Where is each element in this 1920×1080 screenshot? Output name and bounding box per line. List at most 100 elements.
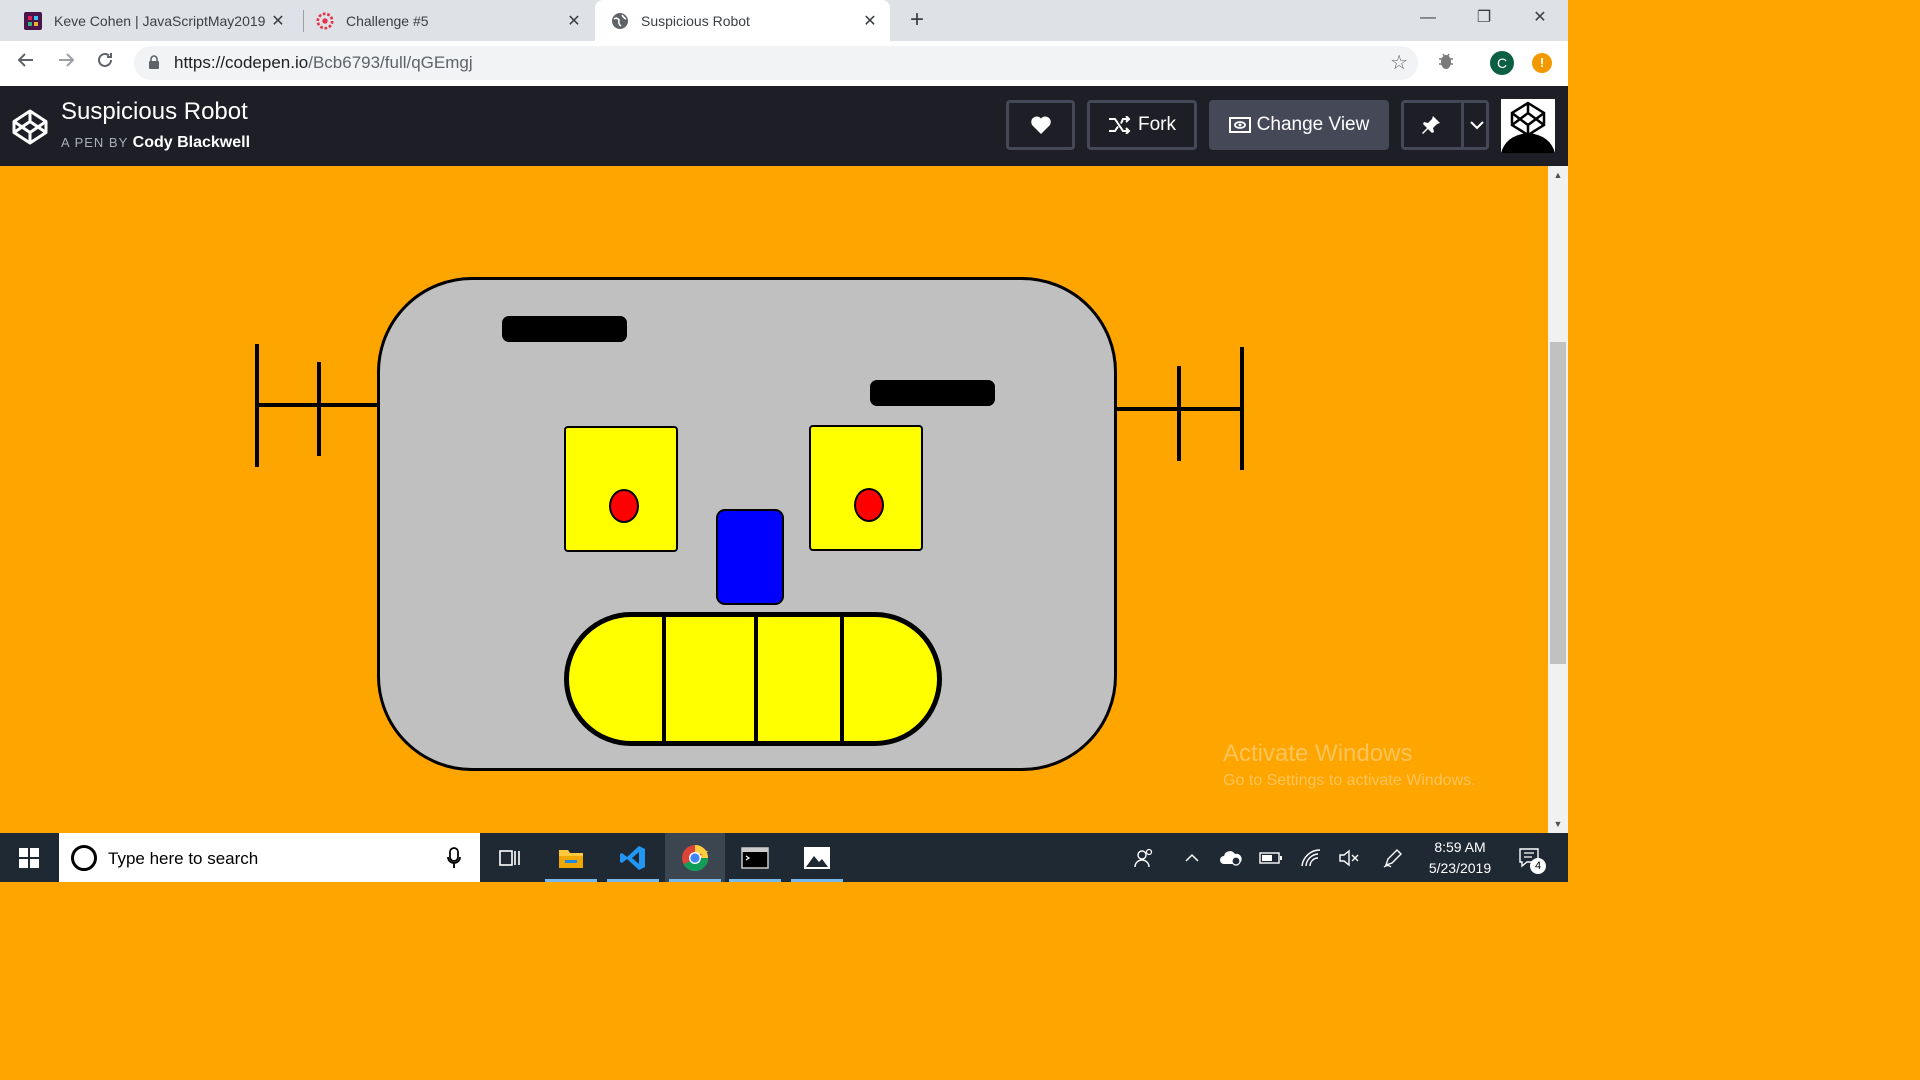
taskbar-clock[interactable]: 8:59 AM 5/23/2019 [1420, 837, 1500, 879]
change-view-button[interactable]: Change View [1209, 100, 1389, 150]
microphone-icon[interactable] [447, 847, 461, 869]
tab-suspicious-robot[interactable]: Suspicious Robot ✕ [595, 0, 890, 41]
tab-title: Challenge #5 [346, 12, 429, 29]
running-indicator [607, 879, 659, 882]
notification-count-badge: 4 [1530, 858, 1546, 874]
clock-date: 5/23/2019 [1428, 860, 1492, 876]
url-text: https://codepen.io/Bcb6793/full/qGEmgj [174, 53, 473, 73]
url-host: https://codepen.io [174, 53, 309, 72]
restore-button[interactable]: ❐ [1456, 0, 1512, 36]
pen-ink-icon[interactable] [1378, 833, 1408, 882]
left-antenna-outer [255, 344, 259, 467]
battery-icon[interactable] [1256, 833, 1286, 882]
chevron-down-icon[interactable] [1470, 120, 1484, 130]
robot-mouth [564, 612, 942, 746]
activate-windows-subtitle: Go to Settings to activate Windows. [1223, 772, 1476, 789]
profile-avatar[interactable]: C [1490, 51, 1514, 75]
profile-initial: C [1490, 51, 1514, 75]
left-eye [564, 426, 678, 552]
codepen-logo-icon[interactable] [11, 108, 49, 146]
tab-challenge[interactable]: Challenge #5 ✕ [292, 0, 594, 41]
close-icon[interactable]: ✕ [268, 11, 288, 31]
eye-view-icon [1228, 117, 1251, 133]
activate-windows-title: Activate Windows [1223, 740, 1413, 767]
left-antenna-inner [317, 362, 321, 456]
lock-icon [149, 55, 159, 69]
reload-icon [98, 52, 112, 67]
forward-arrow-icon [59, 53, 75, 67]
photos-button[interactable] [787, 833, 847, 882]
close-window-button[interactable]: ✕ [1512, 0, 1568, 36]
tooth-divider [754, 617, 758, 741]
tooth-divider [840, 617, 844, 741]
codepen-header: Suspicious Robot A PEN BY Cody Blackwell… [0, 86, 1568, 166]
extension-bug-icon[interactable] [1434, 51, 1458, 75]
taskbar-search-box[interactable]: Type here to search [59, 833, 480, 882]
file-explorer-button[interactable] [541, 833, 601, 882]
right-antenna-inner [1177, 366, 1181, 461]
cortana-icon [71, 845, 97, 871]
show-hidden-icons-chevron-up-icon[interactable] [1178, 833, 1206, 882]
slack-icon [24, 11, 42, 30]
action-center-button[interactable]: 4 [1510, 833, 1550, 882]
chrome-menu-alert[interactable]: ! [1530, 51, 1554, 75]
terminal-icon [741, 846, 769, 869]
vscode-button[interactable] [603, 833, 663, 882]
running-indicator [791, 879, 843, 882]
challenge-icon [316, 11, 334, 30]
tab-strip: Keve Cohen | JavaScriptMay2019 ✕ Challen… [0, 0, 1568, 41]
tab-slack[interactable]: Keve Cohen | JavaScriptMay2019 ✕ [0, 0, 298, 41]
right-antenna-outer [1240, 347, 1244, 470]
tooth-divider [662, 617, 666, 741]
minimize-button[interactable]: — [1400, 0, 1456, 36]
volume-muted-icon[interactable] [1334, 833, 1364, 882]
pin-button[interactable] [1401, 100, 1489, 150]
codepen-avatar-icon [1501, 101, 1555, 153]
right-eye [809, 425, 923, 551]
running-indicator [545, 879, 597, 882]
terminal-button[interactable] [725, 833, 785, 882]
left-pupil [609, 489, 639, 523]
globe-icon [611, 12, 629, 30]
bookmark-star-icon[interactable]: ☆ [1390, 50, 1408, 75]
chrome-taskbar-button[interactable] [665, 833, 725, 882]
windows-logo-icon [19, 847, 39, 868]
close-icon[interactable]: ✕ [860, 11, 880, 31]
heart-button[interactable] [1006, 100, 1075, 150]
task-view-icon [499, 849, 520, 866]
pen-author-line: A PEN BY Cody Blackwell [61, 134, 250, 152]
onedrive-icon[interactable] [1216, 833, 1246, 882]
vscode-icon [620, 845, 645, 870]
close-icon[interactable]: ✕ [564, 11, 584, 31]
user-avatar[interactable] [1501, 99, 1555, 153]
pen-title: Suspicious Robot [61, 98, 248, 125]
back-button[interactable] [12, 49, 40, 77]
right-pupil [854, 488, 884, 522]
address-bar[interactable]: https://codepen.io/Bcb6793/full/qGEmgj ☆ [134, 46, 1418, 80]
fork-label: Fork [1138, 114, 1176, 135]
tab-title: Suspicious Robot [641, 12, 750, 29]
pin-divider [1461, 103, 1464, 147]
pen-author-link[interactable]: Cody Blackwell [133, 134, 250, 151]
forward-button[interactable] [52, 49, 80, 77]
running-indicator [669, 879, 721, 882]
task-view-button[interactable] [480, 833, 540, 882]
start-button[interactable] [0, 833, 58, 882]
reload-button[interactable] [91, 49, 119, 77]
fork-button[interactable]: Fork [1087, 100, 1197, 150]
scroll-down-arrow[interactable]: ▼ [1548, 817, 1568, 831]
tab-title: Keve Cohen | JavaScriptMay2019 [54, 12, 266, 29]
pen-by-label: A PEN BY [61, 135, 129, 150]
left-eyebrow [502, 316, 627, 342]
url-path: /Bcb6793/full/qGEmgj [308, 53, 473, 72]
page-scrollbar[interactable]: ▲ ▼ [1548, 166, 1568, 833]
people-icon[interactable] [1128, 833, 1160, 882]
new-tab-button[interactable]: + [905, 7, 929, 33]
clock-time: 8:59 AM [1434, 839, 1486, 855]
right-eyebrow [870, 380, 995, 406]
heart-icon [1030, 116, 1051, 134]
scroll-up-arrow[interactable]: ▲ [1548, 168, 1568, 182]
folder-icon [559, 849, 583, 868]
wifi-icon[interactable] [1296, 833, 1326, 882]
scroll-thumb[interactable] [1550, 342, 1566, 664]
